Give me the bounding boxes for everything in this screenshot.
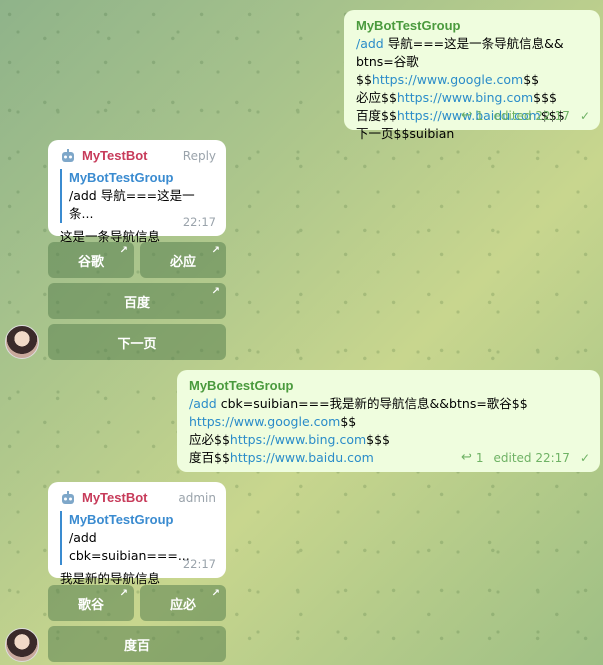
message-text-segment: $$ — [523, 72, 540, 87]
message-text: /add 导航===这是一条导航信息&& btns=谷歌$$https://www… — [356, 35, 590, 143]
bot-header: MyTestBot admin — [60, 489, 216, 507]
external-link-arrow-icon: ↗ — [211, 588, 220, 599]
message-text-segment: 导航===这是一条导航信息&& — [383, 36, 564, 51]
check-icon: ✓ — [579, 109, 590, 123]
incoming-message-2[interactable]: MyTestBot admin MyBotTestGroup /add cbk=… — [48, 482, 226, 586]
incoming-message-1[interactable]: MyTestBot Reply MyBotTestGroup /add 导航==… — [48, 140, 226, 244]
message-line: https://www.google.com$$ — [189, 413, 590, 431]
message-line: /add 导航===这是一条导航信息&& — [356, 35, 590, 53]
check-icon: ✓ — [579, 451, 590, 465]
message-link[interactable]: https://www.google.com — [189, 414, 340, 429]
message-line: /add cbk=suibian===我是新的导航信息&&btns=歌谷$$ — [189, 395, 590, 413]
bot-name: MyTestBot — [82, 148, 148, 163]
inline-button-google-2[interactable]: 歌谷 ↗ — [48, 585, 134, 621]
message-link[interactable]: https://www.bing.com — [397, 90, 533, 105]
message-line: btns=谷歌$$https://www.google.com$$ — [356, 53, 590, 89]
quoted-sender: MyBotTestGroup — [69, 512, 174, 527]
inline-button-baidu[interactable]: 百度 ↗ — [48, 283, 226, 319]
bot-name: MyTestBot — [82, 490, 148, 505]
message-text-segment: $$$ — [533, 90, 558, 105]
inline-button-next-page[interactable]: 下一页 — [48, 324, 226, 360]
reply-count: 1 — [475, 109, 484, 123]
message-sender: MyBotTestGroup — [189, 378, 294, 393]
edited-label: edited 22:17 — [493, 451, 570, 465]
admin-label: admin — [178, 491, 216, 505]
inline-button-baidu-2[interactable]: 度百 — [48, 626, 226, 662]
message-text-segment: 下一页$$suibian — [356, 126, 455, 141]
message-link[interactable]: https://www.bing.com — [230, 432, 366, 447]
bot-command[interactable]: /add — [189, 396, 217, 411]
inline-button-bing[interactable]: 必应 ↗ — [140, 242, 226, 278]
message-meta: ↩ 1 edited 22:17 ✓ — [461, 107, 590, 125]
message-meta: ↩ 1 edited 22:17 ✓ — [461, 449, 590, 467]
quoted-sender: MyBotTestGroup — [69, 170, 174, 185]
reply-count: 1 — [475, 451, 484, 465]
reply-arrow-icon[interactable]: ↩ — [461, 449, 472, 467]
edited-label: edited 22:17 — [493, 109, 570, 123]
outgoing-message-2[interactable]: MyBotTestGroup /add cbk=suibian===我是新的导航… — [177, 370, 600, 472]
reply-label[interactable]: Reply — [183, 147, 216, 165]
message-text-segment: 度百$$ — [189, 450, 230, 465]
bot-header: MyTestBot Reply — [60, 147, 216, 165]
robot-icon — [60, 490, 76, 506]
message-text-segment: $$$ — [366, 432, 391, 447]
bot-command[interactable]: /add — [356, 36, 384, 51]
message-text-segment: $$ — [340, 414, 357, 429]
external-link-arrow-icon: ↗ — [211, 286, 220, 297]
external-link-arrow-icon: ↗ — [119, 588, 128, 599]
message-line: 下一页$$suibian — [356, 125, 590, 143]
external-link-arrow-icon: ↗ — [119, 245, 128, 256]
message-text-segment: 必应$$ — [356, 90, 397, 105]
avatar[interactable] — [5, 325, 39, 359]
message-line: 应必$$https://www.bing.com$$$ — [189, 431, 590, 449]
message-sender: MyBotTestGroup — [356, 18, 461, 33]
message-link[interactable]: https://www.google.com — [372, 72, 523, 87]
avatar[interactable] — [5, 628, 39, 662]
message-text-segment: 百度$$ — [356, 108, 397, 123]
inline-button-bing-2[interactable]: 应必 ↗ — [140, 585, 226, 621]
message-time: 22:17 — [182, 557, 216, 571]
message-time: 22:17 — [182, 215, 216, 229]
message-text-segment: cbk=suibian===我是新的导航信息&&btns=歌谷$$ — [216, 396, 528, 411]
outgoing-message-1[interactable]: MyBotTestGroup /add 导航===这是一条导航信息&& btns=… — [344, 10, 600, 141]
inline-button-google[interactable]: 谷歌 ↗ — [48, 242, 134, 278]
message-line: 必应$$https://www.bing.com$$$ — [356, 89, 590, 107]
robot-icon — [60, 148, 76, 164]
external-link-arrow-icon: ↗ — [211, 245, 220, 256]
reply-arrow-icon[interactable]: ↩ — [461, 107, 472, 125]
message-link[interactable]: https://www.baidu.com — [230, 450, 374, 465]
message-text-segment: 应必$$ — [189, 432, 230, 447]
